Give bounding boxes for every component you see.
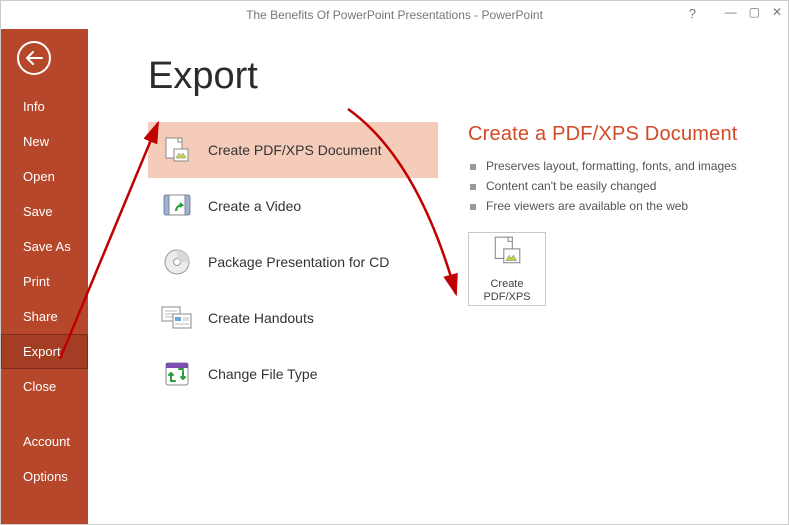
help-icon[interactable]: ? [689, 6, 696, 21]
nav-label: New [23, 134, 49, 149]
nav-print[interactable]: Print [1, 264, 88, 299]
option-create-pdf-xps[interactable]: Create PDF/XPS Document [148, 122, 438, 178]
pdf-xps-icon [491, 235, 523, 272]
option-package-cd[interactable]: Package Presentation for CD [148, 234, 438, 290]
nav-label: Open [23, 169, 55, 184]
maximize-button[interactable]: ▢ [749, 5, 760, 19]
nav-export[interactable]: Export [1, 334, 88, 369]
option-change-file-type[interactable]: Change File Type [148, 346, 438, 402]
nav-label: Save As [23, 239, 71, 254]
detail-bullet: Content can't be easily changed [468, 176, 768, 196]
video-icon [160, 190, 194, 222]
nav-open[interactable]: Open [1, 159, 88, 194]
nav-label: Export [23, 344, 61, 359]
option-label: Package Presentation for CD [208, 254, 389, 270]
detail-bullet: Free viewers are available on the web [468, 196, 768, 216]
nav-close[interactable]: Close [1, 369, 88, 404]
pdf-xps-icon [160, 134, 194, 166]
minimize-button[interactable]: — [725, 5, 737, 19]
page-heading: Export [148, 55, 768, 98]
detail-bullet: Preserves layout, formatting, fonts, and… [468, 156, 768, 176]
option-label: Change File Type [208, 366, 317, 382]
handouts-icon [160, 302, 194, 334]
nav-account[interactable]: Account [1, 424, 88, 459]
button-caption: Create PDF/XPS [483, 278, 530, 302]
nav-label: Share [23, 309, 58, 324]
window-title: The Benefits Of PowerPoint Presentations… [1, 8, 788, 22]
close-button[interactable]: ✕ [772, 5, 782, 19]
nav-share[interactable]: Share [1, 299, 88, 334]
window-body: Info New Open Save Save As Print Share E… [1, 29, 788, 524]
title-bar: ? The Benefits Of PowerPoint Presentatio… [1, 1, 788, 29]
nav-label: Save [23, 204, 53, 219]
nav-label: Close [23, 379, 56, 394]
nav-options[interactable]: Options [1, 459, 88, 494]
window-controls: — ▢ ✕ [725, 5, 782, 19]
change-filetype-icon [160, 358, 194, 390]
detail-panel: Create a PDF/XPS Document Preserves layo… [468, 122, 768, 402]
nav-save[interactable]: Save [1, 194, 88, 229]
export-options-list: Create PDF/XPS Document Create a Video P… [148, 122, 438, 402]
button-caption-line: PDF/XPS [483, 291, 530, 303]
nav-info[interactable]: Info [1, 89, 88, 124]
nav-label: Options [23, 469, 68, 484]
option-create-handouts[interactable]: Create Handouts [148, 290, 438, 346]
detail-bullets: Preserves layout, formatting, fonts, and… [468, 156, 768, 216]
back-button[interactable] [17, 41, 51, 75]
nav-label: Account [23, 434, 70, 449]
nav-label: Info [23, 99, 45, 114]
option-create-video[interactable]: Create a Video [148, 178, 438, 234]
button-caption-line: Create [490, 278, 523, 290]
app-window: ? The Benefits Of PowerPoint Presentatio… [0, 0, 789, 525]
main-panel: Export Create PDF/XPS Document Create a … [88, 29, 788, 524]
backstage-sidebar: Info New Open Save Save As Print Share E… [1, 29, 88, 524]
nav-new[interactable]: New [1, 124, 88, 159]
option-label: Create Handouts [208, 310, 314, 326]
nav-label: Print [23, 274, 50, 289]
cd-icon [160, 246, 194, 278]
option-label: Create a Video [208, 198, 301, 214]
nav-save-as[interactable]: Save As [1, 229, 88, 264]
detail-heading: Create a PDF/XPS Document [468, 122, 768, 146]
create-pdf-xps-button[interactable]: Create PDF/XPS [468, 232, 546, 306]
option-label: Create PDF/XPS Document [208, 142, 382, 158]
